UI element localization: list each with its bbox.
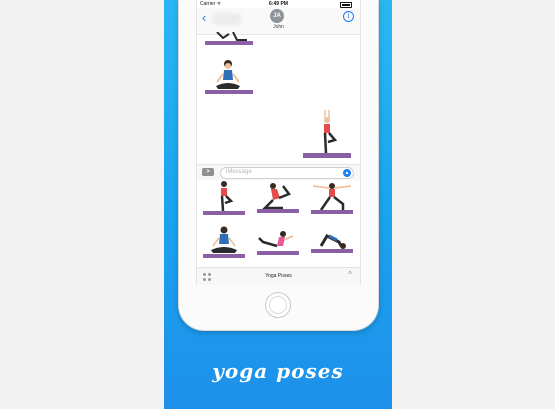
- caption-title: yoga poses: [212, 359, 344, 383]
- drawer-sticker-warrior[interactable]: [307, 180, 357, 218]
- drawer-sticker-lotus[interactable]: [199, 222, 249, 260]
- back-chevron-icon[interactable]: ‹: [202, 10, 206, 25]
- chevron-up-icon[interactable]: ^: [348, 270, 352, 279]
- lotus-pose-figure: [203, 226, 245, 258]
- messages-screen: Carrier ᯤ 6:49 PM ‹ JA John i > iMessage…: [196, 0, 361, 285]
- drawer-sticker-boat[interactable]: [253, 222, 303, 260]
- app-drawer-button[interactable]: >: [202, 168, 214, 176]
- drawer-sticker-bridge[interactable]: [307, 222, 357, 260]
- home-button[interactable]: [265, 292, 291, 318]
- info-icon[interactable]: i: [343, 11, 354, 22]
- message-compose-bar: > iMessage ▲: [197, 164, 360, 180]
- chat-sticker-lotus[interactable]: [203, 54, 255, 96]
- sticker-drawer: [197, 180, 360, 267]
- sticker-pack-title: Yoga Poses: [265, 273, 292, 279]
- conversation-header: ‹ JA John i: [197, 8, 360, 35]
- bridge-pose-figure: [311, 234, 353, 253]
- lotus-pose-figure: [205, 60, 253, 94]
- mic-icon[interactable]: ▲: [343, 169, 351, 177]
- contact-avatar[interactable]: JA: [270, 9, 284, 23]
- imessage-placeholder: iMessage: [226, 169, 252, 175]
- king-pigeon-pose-figure: [257, 183, 299, 213]
- boat-pose-figure: [257, 231, 299, 255]
- tree-pose-figure: [203, 181, 245, 215]
- clock-time: 6:49 PM: [269, 1, 288, 7]
- chat-sticker-lunge[interactable]: [203, 31, 255, 46]
- contact-name[interactable]: John: [197, 24, 360, 30]
- drawer-sticker-tree[interactable]: [199, 180, 249, 218]
- iphone-frame: Carrier ᯤ 6:49 PM ‹ JA John i > iMessage…: [178, 0, 379, 331]
- drawer-sticker-king-pigeon[interactable]: [253, 180, 303, 218]
- imessage-input[interactable]: iMessage ▲: [220, 167, 354, 179]
- lunge-pose-figure: [205, 31, 253, 45]
- status-bar: Carrier ᯤ 6:49 PM: [197, 0, 360, 8]
- chat-sticker-tree[interactable]: [301, 108, 353, 160]
- app-tray: Yoga Poses ^: [197, 267, 360, 285]
- tree-pose-figure: [303, 110, 351, 158]
- warrior-pose-figure: [311, 183, 353, 214]
